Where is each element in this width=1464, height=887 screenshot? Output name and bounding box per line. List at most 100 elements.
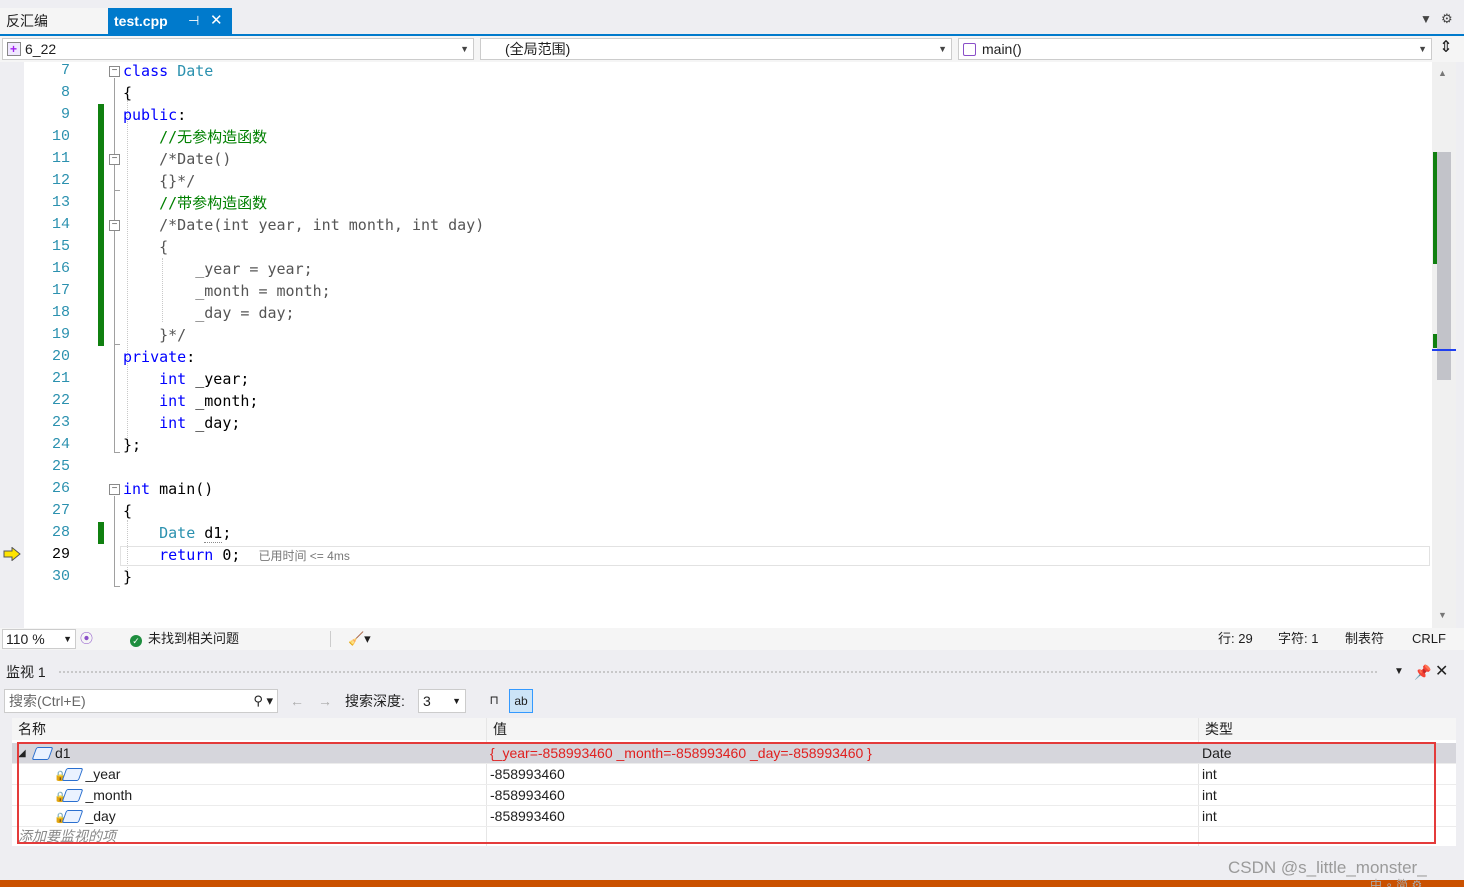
change-bar bbox=[98, 522, 104, 544]
code-line[interactable]: /*Date() bbox=[123, 148, 231, 170]
collapse-comment-icon[interactable]: − bbox=[109, 154, 120, 165]
outline-end bbox=[114, 586, 120, 587]
search-back-icon[interactable]: ← bbox=[290, 691, 304, 711]
code-cleanup-icon[interactable]: 🧹▾ bbox=[348, 628, 371, 650]
line-number: 23 bbox=[51, 414, 70, 431]
pin-icon[interactable]: ⊣ bbox=[188, 8, 199, 34]
collapse-class-icon[interactable]: − bbox=[109, 66, 120, 77]
code-line[interactable]: {}*/ bbox=[123, 170, 195, 192]
execution-pointer-icon bbox=[3, 547, 21, 561]
code-token: private bbox=[123, 348, 187, 366]
eol-indicator[interactable]: CRLF bbox=[1412, 628, 1446, 650]
code-token: int bbox=[159, 370, 187, 388]
char-indicator[interactable]: 字符: 1 bbox=[1278, 628, 1318, 650]
code-line[interactable]: int _day; bbox=[123, 412, 240, 434]
project-dropdown[interactable]: 6_22 ▼ bbox=[2, 38, 474, 60]
gear-icon[interactable]: ⚙ bbox=[1441, 11, 1453, 27]
line-number: 10 bbox=[51, 128, 70, 145]
watch-panel-header: 监视 1 ▼ 📌 ✕ bbox=[0, 660, 1464, 684]
code-editor[interactable]: − − − − class Date {public: //无参构造函数 /*Da… bbox=[0, 62, 1432, 628]
chevron-down-icon: ▼ bbox=[938, 44, 947, 54]
pin-to-source-icon[interactable]: ⊓ bbox=[482, 689, 506, 713]
split-window-icon[interactable]: ⇕ bbox=[1436, 38, 1456, 60]
editor-vertical-scrollbar[interactable]: ▲ ▼ bbox=[1432, 62, 1456, 628]
line-number: 27 bbox=[51, 502, 70, 519]
code-line[interactable]: }; bbox=[123, 434, 141, 456]
code-line[interactable]: class Date bbox=[123, 60, 213, 82]
code-line[interactable]: _month = month; bbox=[123, 280, 330, 302]
search-depth-label: 搜索深度: bbox=[345, 693, 405, 709]
line-number: 20 bbox=[51, 348, 70, 365]
code-line[interactable]: int _year; bbox=[123, 368, 249, 390]
close-icon[interactable]: ✕ bbox=[1435, 660, 1448, 684]
scroll-down-icon[interactable]: ▼ bbox=[1438, 610, 1447, 620]
auto-hide-pin-icon[interactable]: 📌 bbox=[1414, 660, 1431, 684]
line-number: 29 bbox=[51, 546, 70, 563]
code-line[interactable]: int _month; bbox=[123, 390, 258, 412]
code-token: return bbox=[159, 546, 214, 564]
tab-test-cpp[interactable]: test.cpp ⊣ ✕ bbox=[108, 8, 232, 34]
tab-disassembly[interactable]: 反汇编 bbox=[0, 8, 108, 34]
search-depth-dropdown[interactable]: 3 ▼ bbox=[418, 689, 466, 713]
line-number: 11 bbox=[51, 150, 70, 167]
window-position-icon[interactable]: ▼ bbox=[1394, 660, 1404, 684]
code-token: Date bbox=[159, 524, 196, 542]
code-line[interactable]: } bbox=[123, 566, 132, 588]
collapse-comment-icon[interactable]: − bbox=[109, 220, 120, 231]
tab-overflow-icon[interactable]: ▼ bbox=[1420, 12, 1432, 26]
scroll-up-icon[interactable]: ▲ bbox=[1438, 68, 1447, 78]
navigation-bar: 6_22 ▼ (全局范围) ▼ main() ▼ bbox=[0, 36, 1464, 62]
search-icon[interactable]: ⚲ ▾ bbox=[253, 690, 273, 712]
code-line[interactable]: return 0; 已用时间 <= 4ms bbox=[123, 544, 350, 566]
zoom-dropdown[interactable]: 110 % ▼ bbox=[2, 629, 76, 649]
column-value-header[interactable]: 值 bbox=[486, 718, 1198, 740]
member-name: main() bbox=[982, 41, 1022, 57]
code-line[interactable]: { bbox=[123, 82, 132, 104]
code-token: main() bbox=[150, 480, 214, 498]
watch-panel-title: 监视 1 bbox=[6, 664, 46, 680]
code-token: int bbox=[159, 392, 187, 410]
close-icon[interactable]: ✕ bbox=[210, 8, 223, 34]
column-name-header[interactable]: 名称 bbox=[12, 718, 486, 740]
scrollbar-thumb[interactable] bbox=[1437, 152, 1451, 380]
code-line[interactable]: Date d1; bbox=[123, 522, 231, 544]
line-number: 30 bbox=[51, 568, 70, 585]
line-number: 24 bbox=[51, 436, 70, 453]
view-format-icon[interactable]: ab bbox=[509, 689, 533, 713]
code-line[interactable]: _year = year; bbox=[123, 258, 312, 280]
chevron-down-icon: ▼ bbox=[452, 696, 461, 706]
change-bar bbox=[98, 104, 104, 346]
code-line[interactable]: { bbox=[123, 236, 168, 258]
code-token: _year; bbox=[186, 370, 250, 388]
line-number: 21 bbox=[51, 370, 70, 387]
member-dropdown[interactable]: main() ▼ bbox=[958, 38, 1432, 60]
watermark: CSDN @s_little_monster_ bbox=[1228, 858, 1427, 877]
collapse-main-icon[interactable]: − bbox=[109, 484, 120, 495]
code-line[interactable]: /*Date(int year, int month, int day) bbox=[123, 214, 484, 236]
tab-test-cpp-label: test.cpp bbox=[114, 13, 168, 29]
code-line[interactable]: //无参构造函数 bbox=[123, 126, 267, 148]
code-line[interactable]: int main() bbox=[123, 478, 213, 500]
search-forward-icon[interactable]: → bbox=[318, 691, 332, 711]
code-line[interactable]: }*/ bbox=[123, 324, 186, 346]
issues-indicator[interactable]: ✓ 未找到相关问题 bbox=[130, 628, 239, 650]
column-type-header[interactable]: 类型 bbox=[1198, 718, 1456, 740]
code-line[interactable]: _day = day; bbox=[123, 302, 294, 324]
code-line[interactable]: private: bbox=[123, 346, 195, 368]
panel-grip[interactable] bbox=[58, 670, 1378, 675]
tabs-indicator[interactable]: 制表符 bbox=[1345, 628, 1384, 650]
code-token: }; bbox=[123, 436, 142, 454]
code-line[interactable]: //带参构造函数 bbox=[123, 192, 267, 214]
scope-dropdown[interactable]: (全局范围) ▼ bbox=[480, 38, 952, 60]
code-line[interactable]: { bbox=[123, 500, 132, 522]
line-indicator[interactable]: 行: 29 bbox=[1218, 628, 1253, 650]
code-line[interactable]: public: bbox=[123, 104, 186, 126]
watch-search-input[interactable]: 搜索(Ctrl+E) ⚲ ▾ bbox=[4, 689, 278, 713]
intellicode-icon[interactable]: ⦿ bbox=[80, 628, 93, 650]
